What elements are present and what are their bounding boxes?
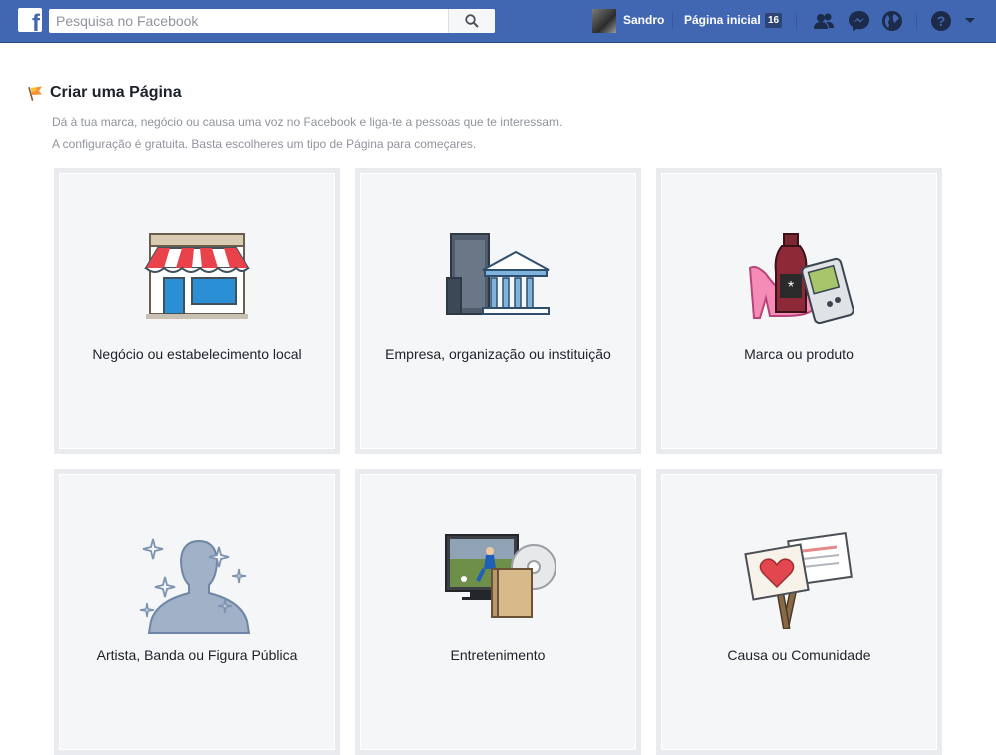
- category-label: Causa ou Comunidade: [727, 647, 871, 663]
- category-card-local-business[interactable]: Negócio ou estabelecimento local: [54, 168, 340, 454]
- products-icon: *: [748, 233, 854, 325]
- search-icon: [465, 14, 479, 28]
- category-card-company[interactable]: Empresa, organização ou instituição: [355, 168, 641, 454]
- category-label: Negócio ou estabelecimento local: [92, 346, 302, 362]
- public-figure-icon: [139, 538, 251, 634]
- category-card-cause-community[interactable]: Causa ou Comunidade: [656, 469, 942, 755]
- profile-link[interactable]: Sandro: [623, 13, 664, 27]
- category-card-brand-product[interactable]: * Marca ou produto: [656, 168, 942, 454]
- search-button[interactable]: [448, 9, 495, 33]
- help-icon[interactable]: ?: [930, 10, 952, 32]
- page-title: Criar uma Página: [50, 84, 182, 101]
- nav-divider: [796, 13, 797, 29]
- category-card-entertainment[interactable]: Entretenimento: [355, 469, 641, 755]
- messenger-icon[interactable]: [848, 10, 870, 32]
- flag-icon: [28, 86, 42, 101]
- svg-text:?: ?: [937, 13, 946, 29]
- page-description-line-2: A configuração é gratuita. Basta escolhe…: [52, 137, 477, 151]
- category-label: Empresa, organização ou instituição: [385, 346, 611, 362]
- home-link[interactable]: Página inicial: [684, 13, 761, 27]
- nav-divider: [916, 13, 917, 29]
- facebook-logo-icon[interactable]: f: [18, 8, 42, 32]
- svg-text:*: *: [788, 279, 794, 296]
- category-label: Entretenimento: [450, 647, 546, 663]
- entertainment-icon: [445, 534, 556, 618]
- cause-signs-icon: [744, 532, 853, 629]
- search-input[interactable]: [49, 9, 456, 33]
- avatar[interactable]: [592, 9, 616, 33]
- top-navigation-bar: f Sandro Página inicial 16 ?: [0, 0, 996, 43]
- storefront-icon: [144, 233, 250, 319]
- notifications-globe-icon[interactable]: [881, 10, 903, 32]
- search-box: [49, 9, 495, 33]
- category-card-artist-public-figure[interactable]: Artista, Banda ou Figura Pública: [54, 469, 340, 755]
- page-description-line-1: Dá à tua marca, negócio ou causa uma voz…: [52, 115, 563, 129]
- friend-requests-icon[interactable]: [813, 10, 835, 32]
- home-notification-badge: 16: [765, 13, 783, 28]
- category-label: Artista, Banda ou Figura Pública: [96, 647, 298, 663]
- category-label: Marca ou produto: [744, 346, 854, 362]
- chevron-down-icon[interactable]: [962, 12, 978, 28]
- buildings-icon: [446, 233, 550, 315]
- nav-divider: [672, 13, 673, 29]
